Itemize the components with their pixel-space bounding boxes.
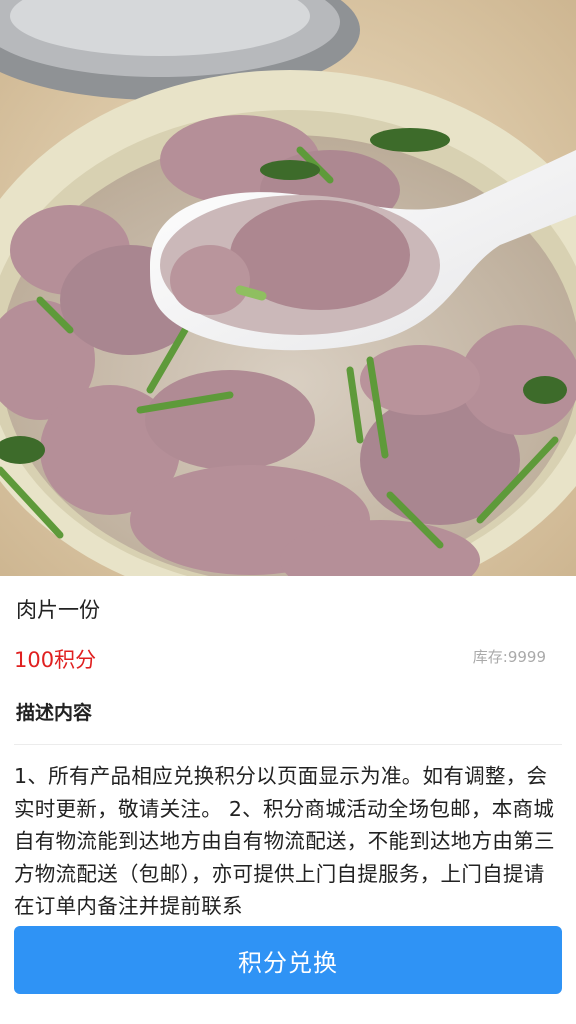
redeem-points-button[interactable]: 积分兑换 (14, 926, 562, 994)
product-detail-page: 肉片一份 100积分 库存:9999 描述内容 1、所有产品相应兑换积分以页面显… (0, 0, 576, 1024)
divider (14, 744, 562, 745)
product-name: 肉片一份 (16, 598, 100, 622)
stock-value: 9999 (507, 648, 546, 666)
points-price: 100积分 (14, 648, 97, 672)
stock-count: 库存:9999 (473, 646, 546, 668)
description-body: 1、所有产品相应兑换积分以页面显示为准。如有调整，会实时更新，敬请关注。 2、积… (14, 764, 555, 918)
meat-slice-soup-photo (0, 0, 576, 576)
description-title: 描述内容 (16, 702, 93, 724)
stock-label: 库存: (472, 648, 508, 666)
product-image (0, 0, 576, 576)
